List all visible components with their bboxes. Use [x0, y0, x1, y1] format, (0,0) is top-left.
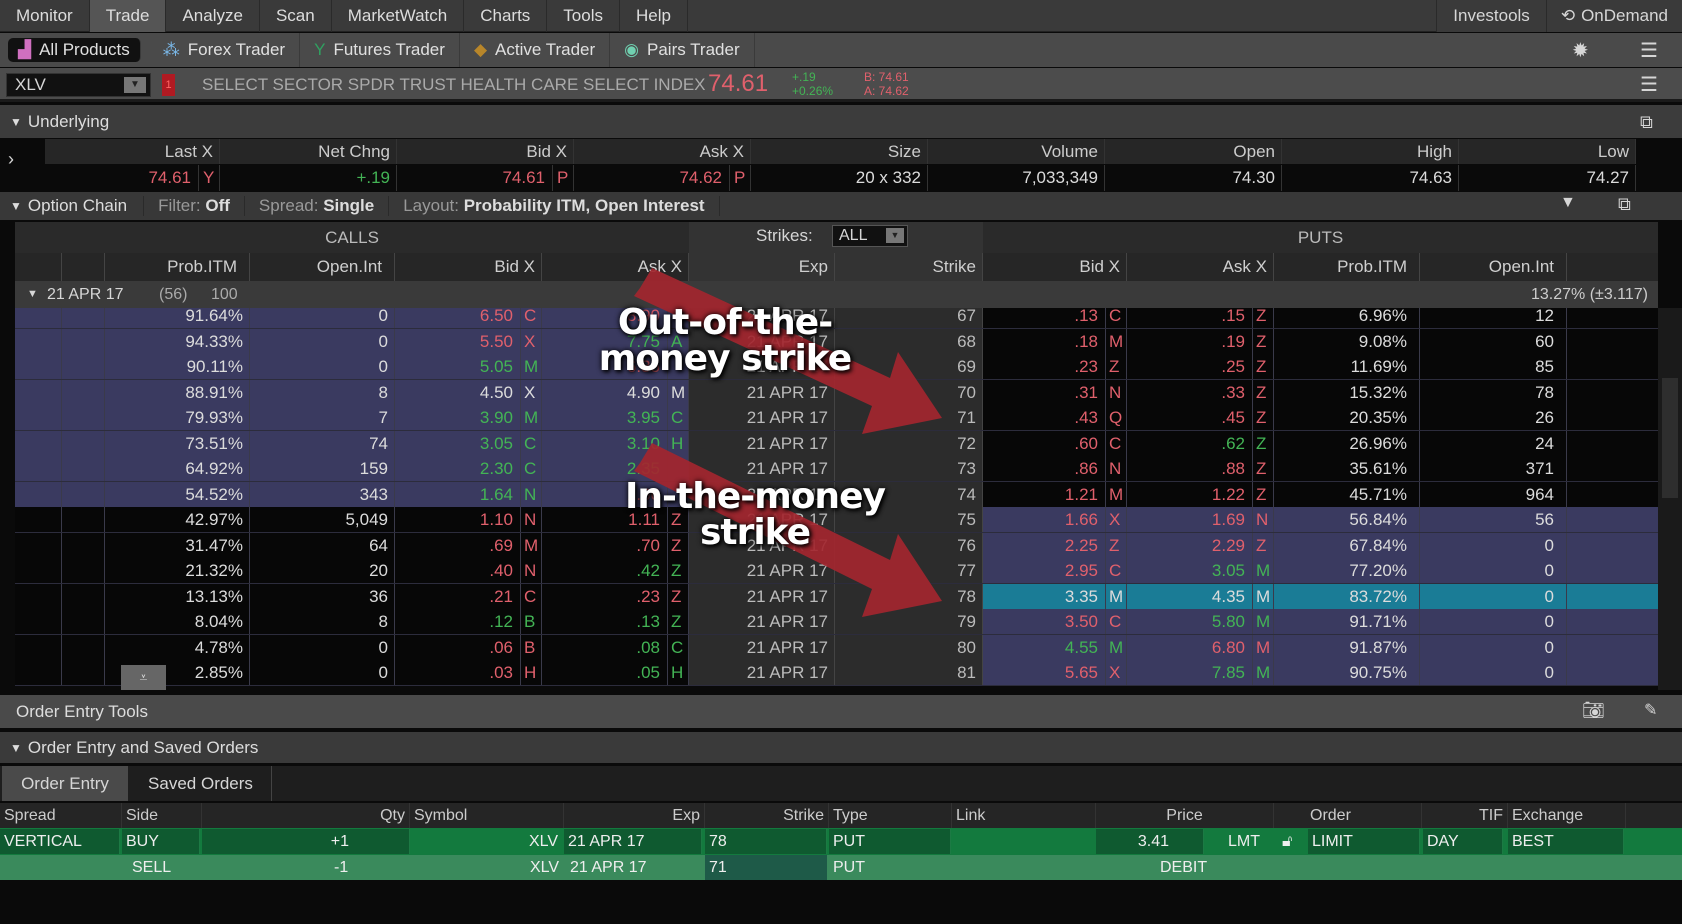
order-header-2: Qty: [202, 803, 410, 828]
exp-value: 21 APR 17: [570, 859, 647, 876]
spread-select[interactable]: VERTICAL: [0, 829, 120, 854]
strike-select[interactable]: 78: [705, 829, 827, 854]
order-headers: Spread Side Qty Symbol Exp Strike Type Link Pric…: [0, 803, 1682, 828]
tab-saved-orders[interactable]: Saved Orders: [130, 766, 272, 801]
type-select[interactable]: PUT: [829, 829, 951, 854]
tif-select[interactable]: DAY: [1423, 829, 1503, 854]
order-header-7: Link: [952, 803, 1096, 828]
chevron-down-icon: ▼: [10, 740, 22, 755]
otm-annotation: Out-of-the-money strike: [598, 302, 852, 379]
section-title: Order Entry and Saved Orders: [27, 737, 259, 757]
symbol-value: XLV: [530, 859, 560, 876]
debit-label: DEBIT: [1160, 859, 1208, 876]
side-value: SELL: [132, 859, 172, 876]
section-title: Order Entry Tools: [16, 701, 148, 721]
order-header-8: Price: [1096, 803, 1274, 828]
order-header-11: Exchange: [1508, 803, 1626, 828]
camera-icon[interactable]: 📷︎: [1582, 700, 1605, 721]
order-leg-1: VERTICAL BUY +1 XLV 21 APR 17 78 PUT 3.4…: [0, 828, 1682, 855]
order-header-9: Order: [1306, 803, 1422, 828]
order-header-1: Side: [122, 803, 202, 828]
qty-stepper[interactable]: +1: [202, 829, 410, 854]
qty-value: -1: [334, 859, 349, 876]
exchange-select[interactable]: BEST: [1508, 829, 1624, 854]
strike-select[interactable]: 71: [705, 855, 827, 880]
exp-select[interactable]: 21 APR 17: [564, 829, 702, 854]
price-input[interactable]: 3.41: [1096, 829, 1204, 854]
pin-icon[interactable]: ✎: [1644, 700, 1657, 720]
order-entry-tools-header: Order Entry Tools: [0, 695, 1682, 728]
order-leg-2: SELL -1 XLV 21 APR 17 71 PUT DEBIT: [0, 855, 1682, 880]
order-header-6: Type: [829, 803, 952, 828]
order-header-5: Strike: [705, 803, 829, 828]
order-header-3: Symbol: [410, 803, 564, 828]
symbol-value: XLV: [528, 833, 558, 850]
order-header-0: Spread: [0, 803, 122, 828]
type-value: PUT: [833, 859, 865, 876]
order-type-select[interactable]: LIMIT: [1308, 829, 1420, 854]
side-select[interactable]: BUY: [122, 829, 200, 854]
itm-annotation: In-the-money strike: [625, 476, 886, 553]
order-entry-saved-header[interactable]: ▼ Order Entry and Saved Orders: [0, 732, 1682, 763]
order-tabs: Order Entry Saved Orders: [0, 766, 1682, 801]
order-header-4: Exp: [564, 803, 705, 828]
order-header-10: TIF: [1422, 803, 1508, 828]
tab-order-entry[interactable]: Order Entry: [2, 766, 128, 801]
price-type: LMT: [1228, 833, 1260, 850]
lock-icon[interactable]: 🔓︎: [1278, 829, 1296, 854]
